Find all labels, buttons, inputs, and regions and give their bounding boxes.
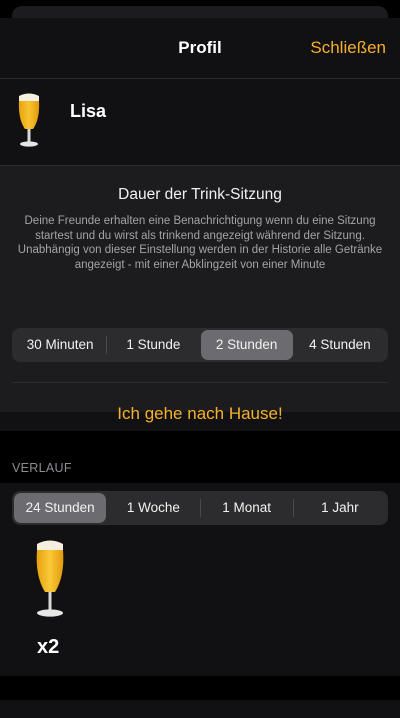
drink-count: x2 bbox=[37, 636, 60, 658]
history-header: VERLAUF bbox=[12, 461, 72, 475]
session-duration-segmented-control: 30 Minuten 1 Stunde 2 Stunden 4 Stunden bbox=[12, 328, 388, 362]
profile-name: Lisa bbox=[70, 101, 107, 121]
range-option-24-hours[interactable]: 24 Stunden bbox=[14, 493, 107, 523]
range-option-1-week[interactable]: 1 Woche bbox=[107, 493, 199, 523]
beer-glass-icon bbox=[36, 540, 64, 617]
profile-row: Lisa bbox=[0, 79, 400, 166]
range-option-1-month[interactable]: 1 Monat bbox=[201, 493, 293, 523]
duration-option-4-hours[interactable]: 4 Stunden bbox=[294, 330, 386, 360]
close-button[interactable]: Schließen bbox=[310, 38, 386, 58]
home-indicator-area bbox=[0, 676, 400, 700]
duration-option-2-hours[interactable]: 2 Stunden bbox=[200, 330, 293, 360]
history-range-segmented-control: 24 Stunden 1 Woche 1 Monat 1 Jahr bbox=[12, 491, 388, 525]
duration-option-1-hour[interactable]: 1 Stunde bbox=[107, 330, 199, 360]
session-duration-description: Deine Freunde erhalten eine Benachrichti… bbox=[17, 215, 383, 271]
range-option-1-year[interactable]: 1 Jahr bbox=[294, 493, 386, 523]
session-settings-card: Dauer der Trink-Sitzung Deine Freunde er… bbox=[0, 166, 400, 412]
beer-glass-icon bbox=[18, 93, 40, 147]
go-home-button[interactable]: Ich gehe nach Hause! bbox=[0, 392, 400, 436]
divider bbox=[12, 382, 388, 383]
session-duration-title: Dauer der Trink-Sitzung bbox=[118, 186, 282, 203]
navigation-bar: Profil Schließen bbox=[0, 18, 400, 79]
duration-option-30-minutes[interactable]: 30 Minuten bbox=[14, 330, 106, 360]
